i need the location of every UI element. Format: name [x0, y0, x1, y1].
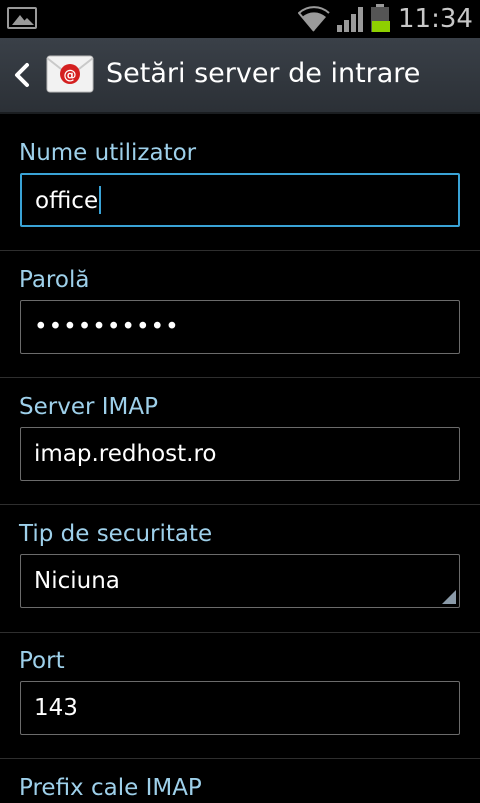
back-chevron-icon[interactable] [12, 62, 32, 88]
imap-server-value: imap.redhost.ro [34, 441, 217, 467]
security-type-value: Niciuna [34, 568, 120, 594]
imap-server-input[interactable]: imap.redhost.ro [20, 427, 460, 481]
imap-prefix-label: Prefix cale IMAP [19, 775, 202, 801]
email-app-icon[interactable]: @ [46, 52, 94, 96]
wifi-icon [298, 6, 330, 32]
security-type-label: Tip de securitate [19, 521, 213, 547]
svg-text:@: @ [64, 68, 77, 83]
spinner-arrow-icon [442, 590, 456, 604]
divider [0, 250, 480, 251]
security-type-spinner[interactable]: Niciuna [20, 554, 460, 608]
battery-icon [370, 4, 390, 32]
status-bar: 11:34 [0, 0, 480, 38]
port-input[interactable]: 143 [20, 681, 460, 735]
port-label: Port [19, 648, 65, 674]
divider [0, 377, 480, 378]
password-value: •••••••••• [34, 314, 180, 340]
username-input[interactable]: office [20, 173, 460, 227]
screen-title: Setări server de intrare [106, 58, 421, 89]
password-label: Parolă [19, 267, 90, 293]
divider [0, 632, 480, 633]
action-bar: @ Setări server de intrare [0, 38, 480, 114]
signal-icon [337, 7, 363, 32]
image-notification-icon [7, 7, 37, 29]
text-cursor [99, 185, 102, 214]
settings-form: Nume utilizator office Parolă ••••••••••… [0, 114, 480, 801]
port-value: 143 [34, 695, 78, 721]
status-time: 11:34 [398, 4, 473, 34]
divider [0, 758, 480, 759]
imap-server-label: Server IMAP [19, 394, 158, 420]
password-input[interactable]: •••••••••• [20, 300, 460, 354]
divider [0, 504, 480, 505]
username-label: Nume utilizator [19, 140, 197, 166]
username-value: office [35, 188, 99, 214]
